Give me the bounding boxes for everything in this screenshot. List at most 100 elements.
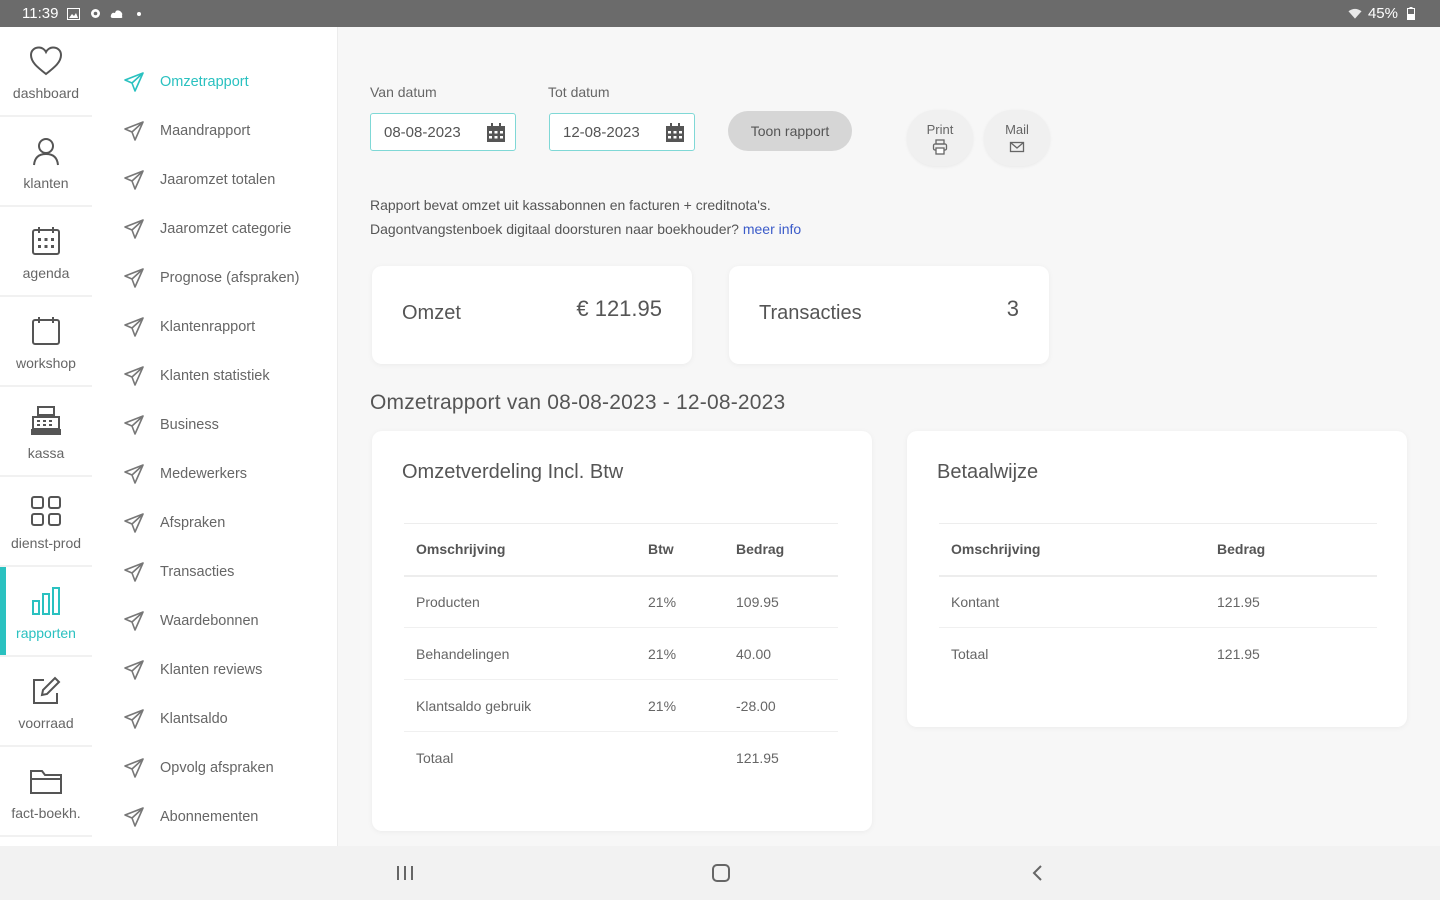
table-row: Producten 21% 109.95: [404, 575, 838, 628]
omzetverdeling-card: Omzetverdeling Incl. Btw Omschrijving Bt…: [372, 431, 872, 831]
submenu-label: Business: [160, 416, 219, 433]
submenu-item-jaaromzet-categorie[interactable]: Jaaromzet categorie: [92, 204, 337, 253]
battery-icon: [1404, 7, 1418, 21]
rail-label: rapporten: [16, 625, 76, 641]
show-report-button[interactable]: Toon rapport: [728, 111, 852, 151]
calendar-icon[interactable]: [665, 123, 685, 143]
rail-label: klanten: [23, 175, 69, 191]
submenu-label: Maandrapport: [160, 122, 251, 139]
system-nav-bar: [0, 846, 1440, 900]
heart-icon: [26, 41, 66, 81]
send-icon: [122, 266, 146, 290]
rail-item-fact-boekh[interactable]: fact-boekh.: [0, 747, 92, 837]
submenu-item-business[interactable]: Business: [92, 400, 337, 449]
submenu-label: Jaaromzet categorie: [160, 220, 292, 237]
status-bar: 11:39 45%: [0, 0, 1440, 27]
submenu-label: Omzetrapport: [160, 73, 249, 90]
printer-icon: [932, 138, 948, 155]
send-icon: [122, 119, 146, 143]
rail-item-klanten[interactable]: klanten: [0, 117, 92, 207]
submenu-item-waardebonnen[interactable]: Waardebonnen: [92, 596, 337, 645]
table-cell: 121.95: [736, 749, 779, 766]
rail-item-agenda[interactable]: agenda: [0, 207, 92, 297]
submenu-item-medewerkers[interactable]: Medewerkers: [92, 449, 337, 498]
rail-item-kassa[interactable]: kassa: [0, 387, 92, 477]
table-header-row: Omschrijving Btw Bedrag: [404, 523, 838, 577]
mail-button[interactable]: Mail: [984, 110, 1050, 166]
back-icon[interactable]: [1024, 860, 1050, 886]
submenu-item-klanten-reviews[interactable]: Klanten reviews: [92, 645, 337, 694]
table-header-row: Omschrijving Bedrag: [939, 523, 1377, 577]
table-cell: 109.95: [724, 575, 838, 628]
print-button[interactable]: Print: [907, 110, 973, 166]
submenu-item-maandrapport[interactable]: Maandrapport: [92, 106, 337, 155]
settings-icon: [88, 7, 102, 21]
to-date-label: Tot datum: [548, 84, 610, 100]
omzetverdeling-title: Omzetverdeling Incl. Btw: [402, 461, 624, 483]
from-date-input[interactable]: 08-08-2023: [370, 113, 516, 151]
rail-item-dashboard[interactable]: dashboard: [0, 27, 92, 117]
calendar-blank-icon: [26, 311, 66, 351]
rail-label: agenda: [22, 265, 70, 281]
grid-icon: [26, 491, 66, 531]
rail-item-voorraad[interactable]: voorraad: [0, 657, 92, 747]
send-icon: [122, 364, 146, 388]
home-icon[interactable]: [708, 860, 734, 886]
rail-item-rapporten[interactable]: rapporten: [0, 567, 92, 657]
submenu-item-jaaromzet-totalen[interactable]: Jaaromzet totalen: [92, 155, 337, 204]
table-row: Klantsaldo gebruik 21% -28.00: [404, 679, 838, 732]
rail-item-dienst-prod[interactable]: dienst-prod: [0, 477, 92, 567]
table-cell: Totaal: [951, 645, 989, 662]
calendar-icon[interactable]: [486, 123, 506, 143]
bar-chart-icon: [26, 581, 66, 621]
submenu-label: Abonnementen: [160, 808, 259, 825]
submenu-label: Klanten reviews: [160, 661, 263, 678]
submenu-label: Klanten statistiek: [160, 367, 270, 384]
submenu-item-omzetrapport[interactable]: Omzetrapport: [92, 57, 337, 106]
submenu-label: Opvolg afspraken: [160, 759, 274, 776]
send-icon: [122, 511, 146, 535]
betaalwijze-title: Betaalwijze: [937, 461, 1039, 483]
rail-label: dienst-prod: [10, 535, 82, 551]
send-icon: [122, 658, 146, 682]
recent-apps-icon[interactable]: [392, 860, 418, 886]
submenu-item-transacties[interactable]: Transacties: [92, 547, 337, 596]
rail-label: voorraad: [18, 715, 74, 731]
to-date-input[interactable]: 12-08-2023: [549, 113, 695, 151]
submenu-item-prognose[interactable]: Prognose (afspraken): [92, 253, 337, 302]
submenu-item-klantenrapport[interactable]: Klantenrapport: [92, 302, 337, 351]
rail-label: fact-boekh.: [11, 805, 81, 821]
send-icon: [122, 168, 146, 192]
submenu-item-afspraken[interactable]: Afspraken: [92, 498, 337, 547]
submenu-label: Klantenrapport: [160, 318, 256, 335]
submenu-item-abonnementen[interactable]: Abonnementen: [92, 792, 337, 841]
submenu-item-klantsaldo[interactable]: Klantsaldo: [92, 694, 337, 743]
submenu-label: Medewerkers: [160, 465, 248, 482]
print-label: Print: [926, 121, 954, 137]
cash-register-icon: [26, 401, 66, 441]
table-cell: Behandelingen: [404, 627, 636, 680]
rail-label: dashboard: [12, 85, 80, 101]
table-row: Kontant 121.95: [939, 575, 1377, 628]
rail-item-workshop[interactable]: workshop: [0, 297, 92, 387]
info-line-1: Rapport bevat omzet uit kassabonnen en f…: [370, 197, 771, 213]
table-cell: 121.95: [1217, 645, 1260, 662]
image-icon: [66, 7, 80, 21]
more-info-link[interactable]: meer info: [743, 221, 801, 237]
send-icon: [122, 707, 146, 731]
omzet-label: Omzet: [402, 302, 461, 324]
betaalwijze-table: Omschrijving Bedrag Kontant 121.95 Totaa…: [939, 523, 1377, 680]
submenu-item-opvolg-afspraken[interactable]: Opvolg afspraken: [92, 743, 337, 792]
column-header: Bedrag: [1205, 523, 1377, 577]
mail-label: Mail: [1005, 121, 1029, 137]
submenu-label: Transacties: [160, 563, 235, 580]
send-icon: [122, 560, 146, 584]
report-main: Van datum 08-08-2023 Tot datum 12-08-202…: [338, 27, 1440, 846]
from-date-label: Van datum: [370, 84, 437, 100]
table-cell: 21%: [636, 679, 724, 732]
table-cell: [636, 732, 724, 784]
submenu-item-klanten-statistiek[interactable]: Klanten statistiek: [92, 351, 337, 400]
column-header: Btw: [636, 523, 724, 577]
wifi-icon: [1348, 7, 1362, 21]
from-date-value: 08-08-2023: [384, 123, 461, 141]
